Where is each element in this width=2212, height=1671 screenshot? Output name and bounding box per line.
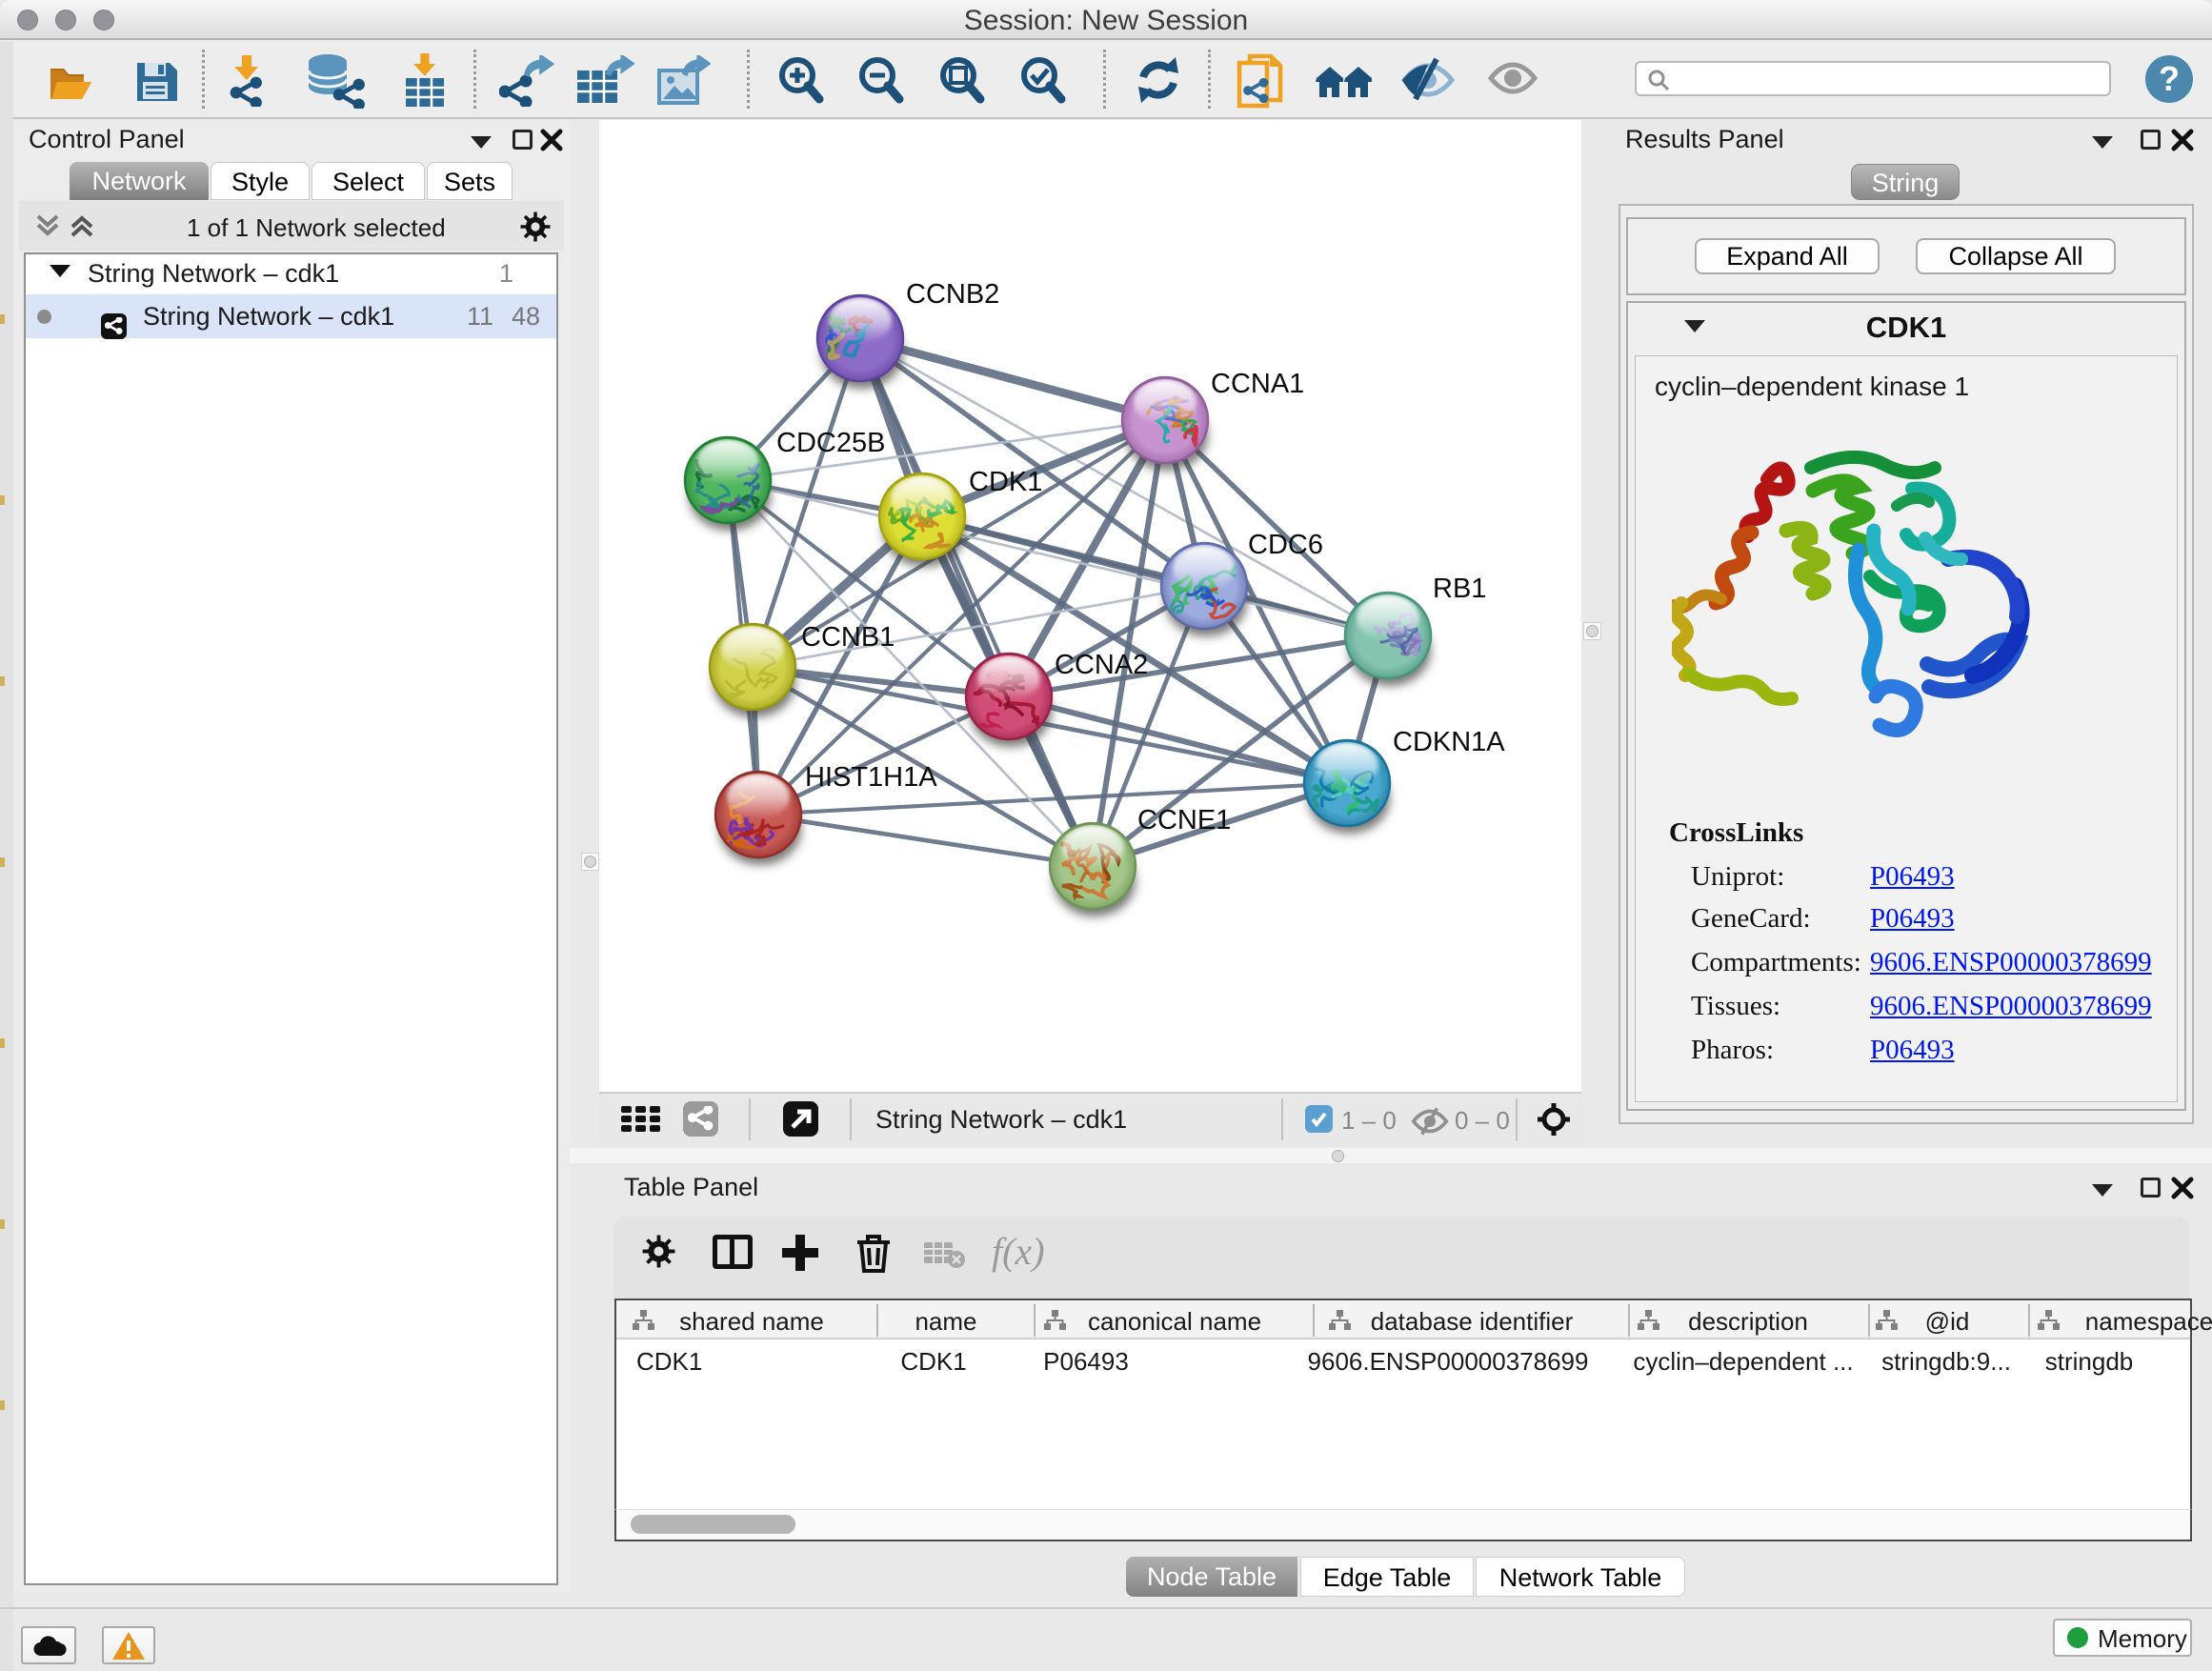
svg-text:CCNB1: CCNB1 xyxy=(801,622,895,653)
svg-text:CCNA1: CCNA1 xyxy=(1211,369,1304,399)
svg-text:CCNB2: CCNB2 xyxy=(906,279,999,310)
svg-text:CCNE1: CCNE1 xyxy=(1137,805,1231,836)
svg-text:CDKN1A: CDKN1A xyxy=(1393,727,1505,757)
svg-text:HIST1H1A: HIST1H1A xyxy=(805,762,937,793)
svg-text:CCNA2: CCNA2 xyxy=(1055,650,1148,680)
svg-text:RB1: RB1 xyxy=(1433,574,1486,604)
svg-text:CDC25B: CDC25B xyxy=(776,428,885,458)
svg-text:CDK1: CDK1 xyxy=(969,467,1042,497)
svg-text:CDC6: CDC6 xyxy=(1248,530,1323,560)
